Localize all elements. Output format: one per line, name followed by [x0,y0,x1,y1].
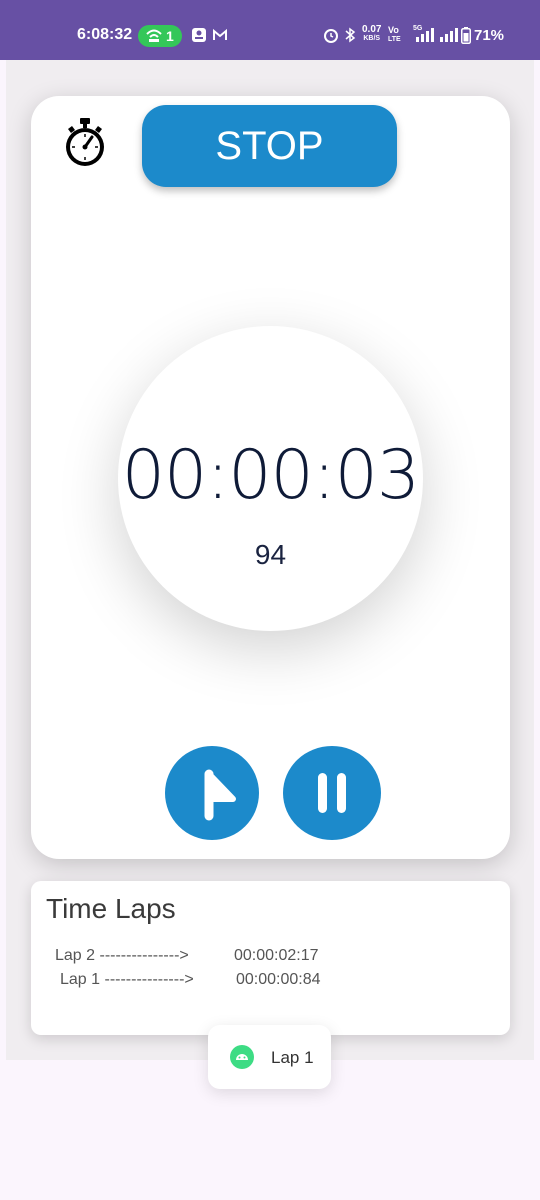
network-speed: 0.07 KB/S [362,24,382,43]
battery-icon [461,27,471,44]
lap-label: Lap 2 ---------------> [55,947,189,964]
hotspot-icon [146,29,162,42]
gmail-icon [213,28,227,40]
android-app-icon [230,1045,254,1069]
battery-percent: 71% [474,27,505,44]
hotspot-indicator: 1 [138,25,182,47]
time-laps-heading: Time Laps [46,893,176,924]
lap-time: 00:00:00:84 [236,971,321,988]
pause-icon [318,773,346,813]
stopwatch-title-button[interactable]: STOP WATCH [142,105,397,250]
status-bar: 6:08:32 1 0.07 KB/S Vo LTE 5G 71% [0,0,540,60]
time-laps-card: Time Laps Lap 2 ---------------> 00:00:0… [31,881,510,1035]
timer-display: 00:00:03 94 [118,326,423,631]
flag-icon [204,769,236,821]
lap-label: Lap 1 ---------------> [60,971,194,988]
hotspot-count: 1 [166,28,174,44]
lap-time: 00:00:02:17 [234,947,319,964]
toast-text: Lap 1 [271,1048,314,1067]
app-notification-icon [192,28,206,42]
alarm-icon [324,29,338,43]
elapsed-time: 00:00:03 [121,436,420,515]
signal-icon-sim1 [416,28,434,42]
stopwatch-icon [66,118,104,166]
toast-message: Lap 1 [208,1025,331,1089]
status-time: 6:08:32 [77,26,133,43]
stopwatch-card: STOP WATCH 00:00:03 94 [31,96,510,859]
bluetooth-icon [345,27,356,43]
signal-icon-sim2 [440,28,458,42]
lap-button[interactable] [165,746,259,840]
elapsed-centiseconds: 94 [254,539,287,570]
volte-indicator: Vo LTE [388,25,401,44]
pause-button[interactable] [283,746,381,840]
